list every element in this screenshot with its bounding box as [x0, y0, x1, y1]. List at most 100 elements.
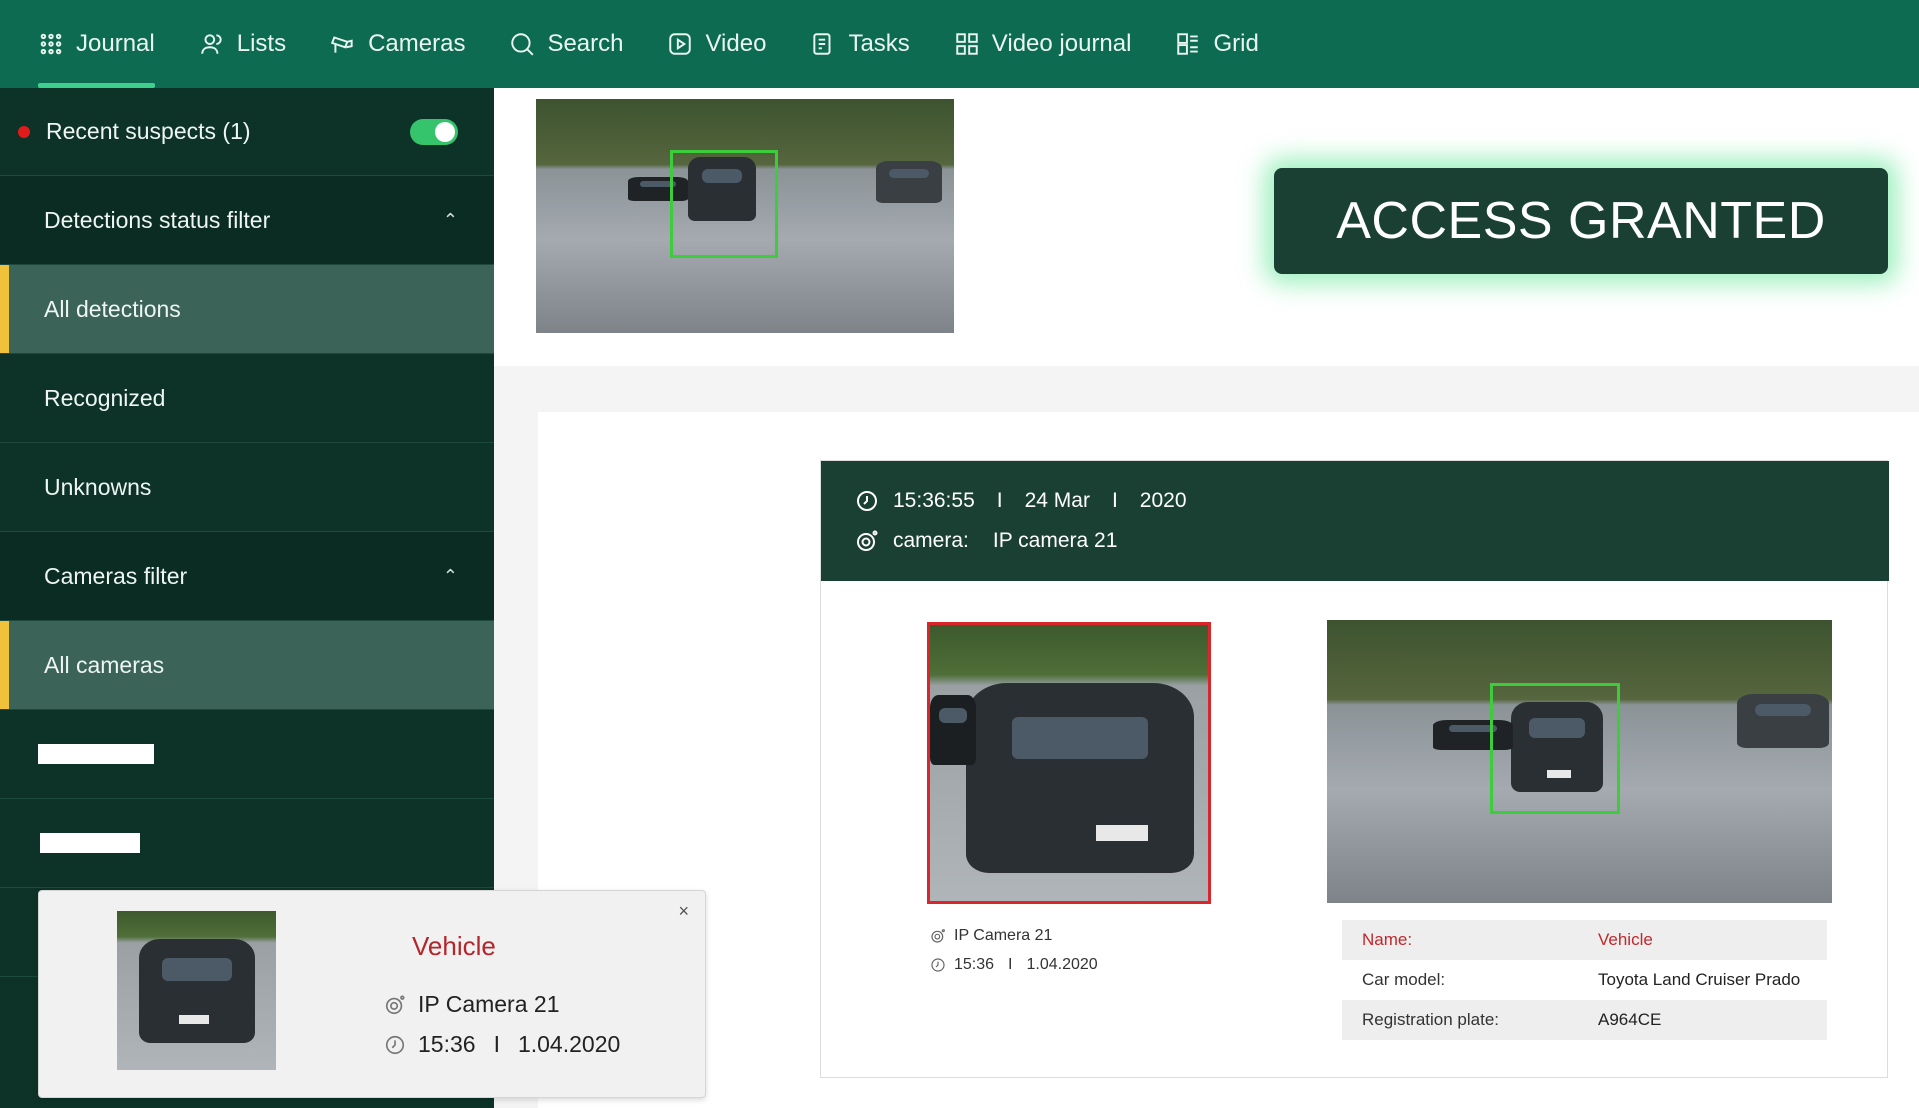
detail-row-name: Name: Vehicle [1342, 920, 1827, 960]
detections-filter-header[interactable]: Detections status filter ⌃ [0, 176, 494, 265]
notification-camera: IP Camera 21 [384, 991, 559, 1018]
event-day: 24 Mar [1024, 489, 1090, 512]
filter-all-cameras[interactable]: All cameras [0, 621, 494, 710]
crop-camera-name: IP Camera 21 [954, 927, 1053, 944]
clock-icon [385, 1035, 405, 1054]
nav-video[interactable]: Video [667, 0, 766, 88]
video-journal-icon [956, 33, 978, 55]
filter-label: All cameras [44, 651, 165, 678]
nav-search[interactable]: Search [509, 0, 623, 88]
crop-time: 15:36 [954, 956, 995, 973]
separator: I [493, 1031, 500, 1057]
close-icon[interactable]: × [678, 901, 689, 922]
top-navigation: Journal Lists Cameras Search Video Tasks… [0, 0, 1919, 88]
filter-recognized[interactable]: Recognized [0, 354, 494, 443]
detail-key: Registration plate: [1362, 1010, 1500, 1029]
notification-time: 15:36 [418, 1031, 476, 1057]
event-datetime: 15:36:55 I 24 Mar I 2020 [855, 489, 1187, 513]
filter-label: All detections [44, 295, 181, 322]
camera-filter-item-redacted[interactable] [0, 799, 494, 888]
crop-time-meta: 15:36 I 1.04.2020 [930, 956, 1098, 974]
filter-unknowns[interactable]: Unknowns [0, 443, 494, 532]
nav-lists-label: Lists [236, 30, 287, 57]
nav-lists[interactable]: Lists [199, 0, 286, 88]
notification-date: 1.04.2020 [517, 1031, 621, 1057]
nav-video-journal-label: Video journal [991, 30, 1132, 57]
camera-lens-icon [931, 929, 945, 943]
nav-video-journal[interactable]: Video journal [954, 0, 1132, 88]
alert-dot-icon [18, 125, 30, 138]
recent-suspects-label: Recent suspects (1) [46, 118, 251, 144]
chevron-up-icon: ⌃ [442, 565, 458, 586]
notification-camera-name: IP Camera 21 [418, 991, 560, 1017]
camera-filter-item-redacted[interactable] [0, 710, 494, 799]
search-icon [511, 33, 534, 56]
access-granted-text: ACCESS GRANTED [1336, 192, 1826, 250]
license-plate [1096, 825, 1148, 841]
detection-notification[interactable]: × Vehicle IP Camera 21 15:36 I 1.04.2020 [38, 890, 706, 1098]
nav-journal-label: Journal [76, 30, 155, 57]
nav-tasks-label: Tasks [848, 30, 910, 57]
nav-cameras[interactable]: Cameras [330, 0, 465, 88]
nav-cameras-label: Cameras [368, 30, 466, 57]
event-camera: camera: IP camera 21 [855, 529, 1117, 553]
nav-grid[interactable]: Grid [1175, 0, 1259, 88]
detection-box [1490, 683, 1620, 814]
clock-icon [857, 491, 877, 511]
clock-icon [931, 958, 945, 972]
access-granted-banner: ACCESS GRANTED [1274, 168, 1888, 274]
grid-dots-icon [40, 33, 62, 55]
detail-value: Toyota Land Cruiser Prado [1598, 970, 1801, 989]
vehicle-shape [966, 683, 1194, 873]
detail-key: Car model: [1362, 970, 1446, 989]
live-camera-frame[interactable] [536, 99, 954, 333]
detail-value: A964CE [1598, 1010, 1662, 1029]
users-icon [200, 34, 222, 54]
camera-icon [330, 36, 353, 53]
vehicle-shape [876, 161, 942, 203]
detection-box [670, 150, 778, 258]
grid-icon [1177, 33, 1199, 55]
license-plate [179, 1015, 209, 1024]
cameras-filter-header[interactable]: Cameras filter ⌃ [0, 532, 494, 621]
notification-thumbnail[interactable] [117, 911, 276, 1070]
event-camera-name: IP camera 21 [992, 529, 1118, 552]
redacted-label [38, 744, 154, 764]
crop-date: 1.04.2020 [1026, 956, 1098, 973]
crop-camera-meta: IP Camera 21 [930, 927, 1052, 945]
event-card-header: 15:36:55 I 24 Mar I 2020 camera: IP came… [821, 461, 1889, 581]
notification-title: Vehicle [412, 931, 496, 961]
vehicle-shape [930, 695, 976, 765]
nav-search-label: Search [547, 30, 624, 57]
detail-key: Name: [1362, 930, 1413, 949]
detections-filter-title: Detections status filter [44, 206, 271, 233]
detail-value: Vehicle [1598, 930, 1653, 949]
event-year: 2020 [1139, 489, 1187, 512]
filter-label: Recognized [44, 384, 166, 411]
play-icon [669, 33, 692, 55]
filter-label: Unknowns [44, 473, 152, 500]
recent-suspects-row[interactable]: Recent suspects (1) [0, 88, 494, 176]
separator: I [996, 489, 1003, 512]
detail-row-car-model: Car model: Toyota Land Cruiser Prado [1342, 960, 1827, 1000]
detail-row-plate: Registration plate: A964CE [1342, 1000, 1827, 1040]
redacted-label [40, 833, 140, 853]
nav-tasks[interactable]: Tasks [810, 0, 910, 88]
event-time: 15:36:55 [893, 489, 975, 512]
recent-suspects-toggle[interactable] [410, 119, 458, 145]
camera-lens-icon [857, 530, 878, 551]
camera-lens-icon [385, 994, 405, 1014]
separator: I [1008, 956, 1013, 973]
vehicle-shape [1737, 694, 1829, 748]
tasks-icon [813, 33, 831, 55]
filter-all-detections[interactable]: All detections [0, 265, 494, 354]
chevron-up-icon: ⌃ [442, 209, 458, 230]
nav-video-label: Video [705, 30, 767, 57]
vehicle-shape [139, 939, 255, 1043]
full-frame-image[interactable] [1327, 620, 1832, 903]
nav-grid-label: Grid [1213, 30, 1259, 57]
vehicle-details-table: Name: Vehicle Car model: Toyota Land Cru… [1342, 920, 1827, 1040]
nav-journal[interactable]: Journal [38, 0, 155, 88]
vehicle-crop-image[interactable] [927, 622, 1211, 904]
notification-datetime: 15:36 I 1.04.2020 [384, 1031, 620, 1058]
